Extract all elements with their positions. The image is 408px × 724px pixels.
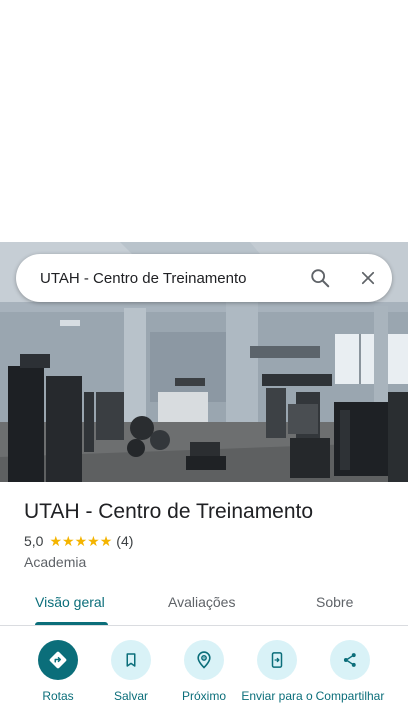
action-bar: Rotas Salvar Próximo Enviar para o Compa… bbox=[0, 640, 408, 724]
star-icon: ★ bbox=[99, 533, 113, 549]
tab-overview[interactable]: Visão geral bbox=[35, 594, 105, 610]
star-icon: ★ bbox=[49, 533, 63, 549]
review-count[interactable]: (4) bbox=[116, 533, 133, 549]
map-area bbox=[0, 0, 408, 242]
send-to-phone-label: Enviar para o bbox=[241, 689, 313, 703]
tab-reviews[interactable]: Avaliações bbox=[168, 594, 235, 610]
search-query[interactable]: UTAH - Centro de Treinamento bbox=[40, 270, 296, 287]
place-title: UTAH - Centro de Treinamento bbox=[24, 500, 314, 523]
rating-row[interactable]: 5,0 ★ ★ ★ ★ ★ (4) bbox=[24, 532, 394, 550]
share-icon[interactable] bbox=[330, 640, 370, 680]
place-info: UTAH - Centro de Treinamento 5,0 ★ ★ ★ ★… bbox=[24, 498, 394, 570]
nearby-button[interactable]: Próximo bbox=[166, 640, 242, 704]
rating-value: 5,0 bbox=[24, 533, 44, 549]
tab-about[interactable]: Sobre bbox=[316, 594, 353, 610]
directions-button[interactable]: Rotas bbox=[20, 640, 96, 704]
rating-stars: ★ ★ ★ ★ ★ bbox=[49, 534, 112, 548]
star-icon: ★ bbox=[87, 533, 100, 549]
search-icon[interactable] bbox=[296, 254, 344, 302]
save-label: Salvar bbox=[113, 689, 148, 703]
nearby-label: Próximo bbox=[181, 689, 226, 703]
close-icon[interactable] bbox=[344, 254, 392, 302]
star-icon: ★ bbox=[74, 533, 88, 549]
directions-label: Rotas bbox=[42, 689, 74, 703]
share-button[interactable]: Compartilhar bbox=[312, 640, 388, 704]
star-icon: ★ bbox=[62, 533, 75, 549]
active-tab-indicator bbox=[35, 622, 108, 625]
share-label: Compartilhar bbox=[315, 689, 385, 703]
search-bar[interactable]: UTAH - Centro de Treinamento bbox=[16, 254, 392, 302]
send-to-phone-icon[interactable] bbox=[257, 640, 297, 680]
save-button[interactable]: Salvar bbox=[93, 640, 169, 704]
directions-icon[interactable] bbox=[38, 640, 78, 680]
bookmark-icon[interactable] bbox=[111, 640, 151, 680]
nearby-icon[interactable] bbox=[184, 640, 224, 680]
tab-bar: Visão geral Avaliações Sobre bbox=[0, 586, 408, 626]
send-to-phone-button[interactable]: Enviar para o bbox=[239, 640, 315, 704]
place-category: Academia bbox=[24, 554, 87, 570]
